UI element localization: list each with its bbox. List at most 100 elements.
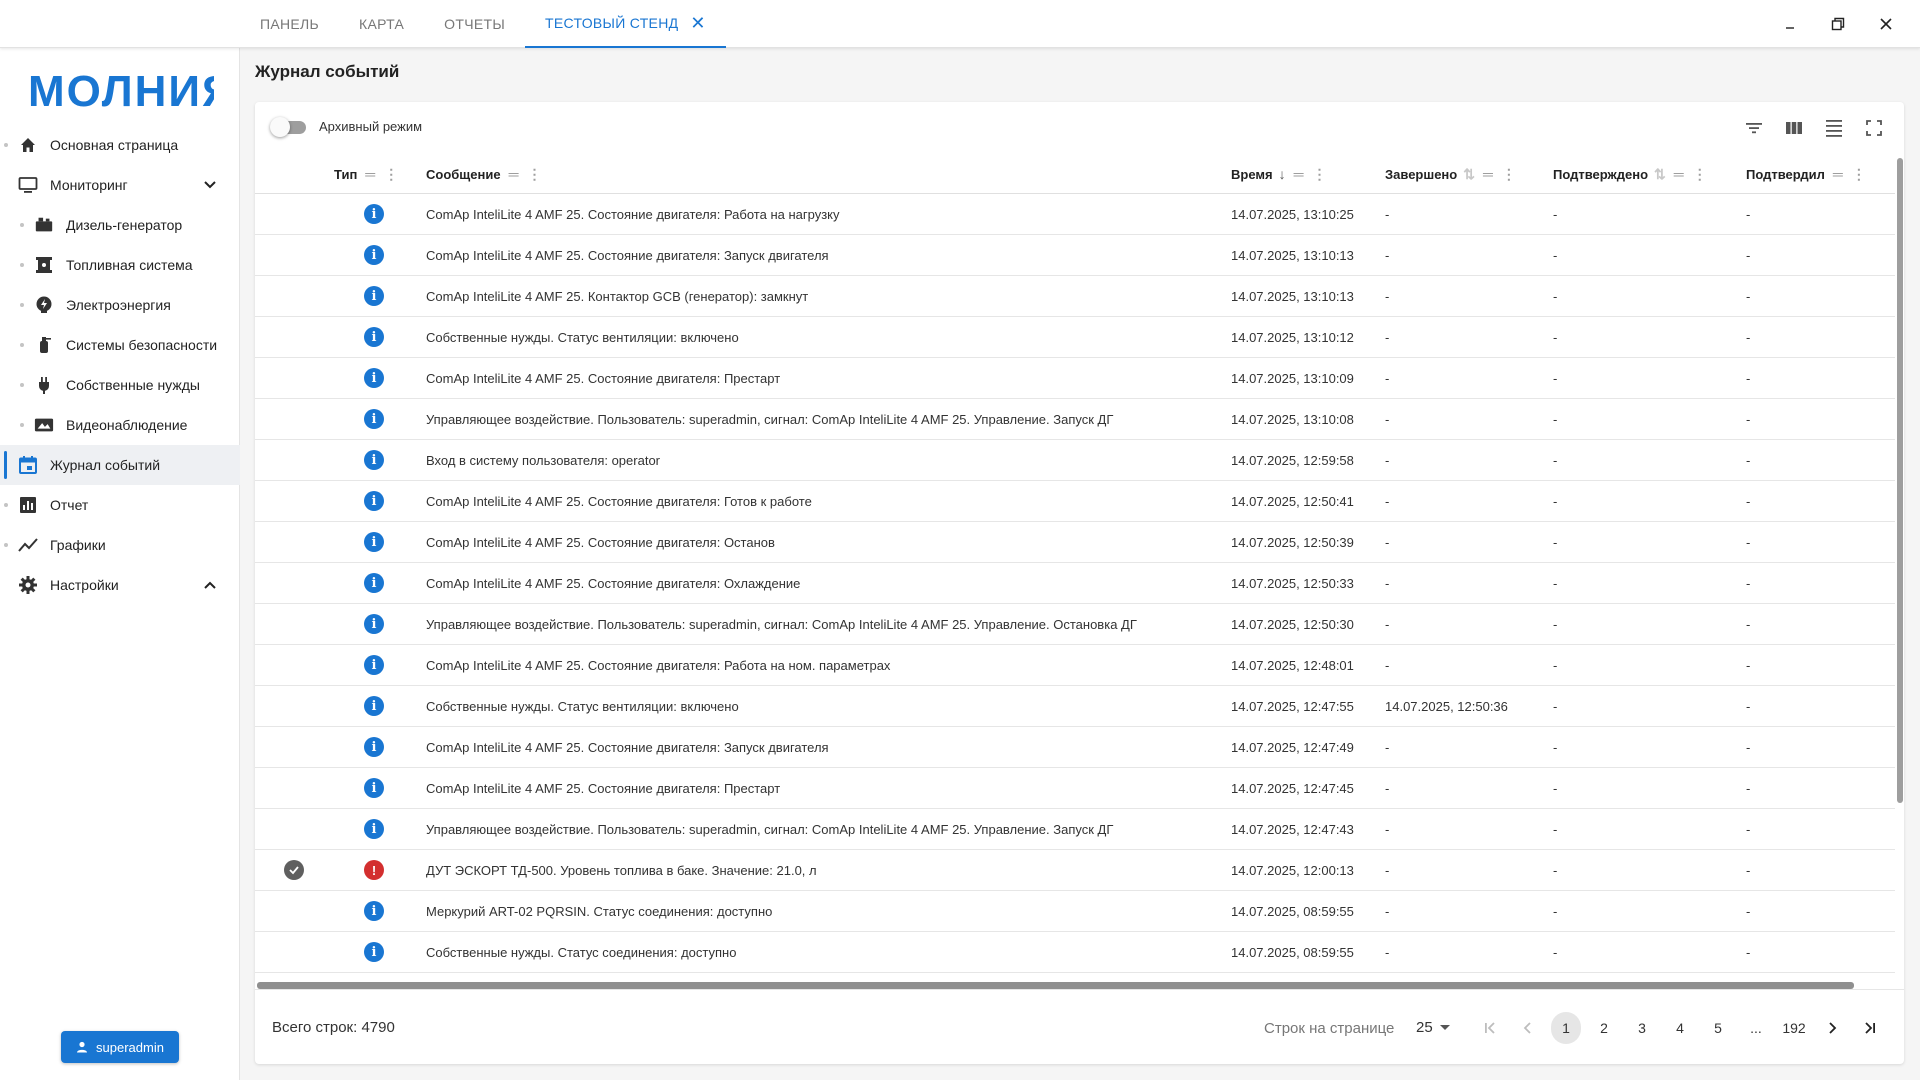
last-page-icon[interactable] [1851, 1012, 1889, 1044]
confirmed-by-cell: - [1746, 247, 1751, 263]
scrollbar-thumb[interactable] [1897, 158, 1903, 803]
sort-desc-icon[interactable]: ↓ [1279, 166, 1286, 182]
drag-handle-icon[interactable]: ═ [509, 166, 519, 182]
column-header-confirmed-by[interactable]: Подтвердил ═ ⋮ [1746, 154, 1866, 194]
page-button[interactable]: 2 [1585, 1012, 1623, 1044]
drag-handle-icon[interactable]: ═ [1294, 166, 1304, 182]
confirmed-by-cell: - [1746, 288, 1751, 304]
columns-icon[interactable] [1774, 114, 1814, 142]
table-row[interactable]: i ComAp InteliLite 4 AMF 25. Состояние дв… [255, 358, 1895, 399]
type-cell: i [359, 563, 389, 603]
table-row[interactable]: i ComAp InteliLite 4 AMF 25. Состояние дв… [255, 645, 1895, 686]
close-icon[interactable]: ✕ [690, 13, 705, 34]
page-button[interactable]: 4 [1661, 1012, 1699, 1044]
table-row[interactable]: i Управляющее воздействие. Пользователь: … [255, 809, 1895, 850]
sidebar-item-report[interactable]: Отчет [0, 485, 240, 525]
tab-panel[interactable]: ПАНЕЛЬ [240, 0, 339, 48]
sidebar-item-event-log[interactable]: Журнал событий [0, 445, 240, 485]
user-button[interactable]: superadmin [61, 1031, 179, 1063]
table-row[interactable]: i Вход в систему пользователя: operator 14… [255, 440, 1895, 481]
sidebar-item-label: Видеонаблюдение [66, 417, 188, 433]
filter-icon[interactable] [1734, 114, 1774, 142]
sidebar-item-video-surveillance[interactable]: Видеонаблюдение [0, 405, 240, 445]
column-menu-icon[interactable]: ⋮ [528, 166, 542, 183]
table-row[interactable]: i ComAp InteliLite 4 AMF 25. Состояние дв… [255, 768, 1895, 809]
drag-handle-icon[interactable]: ═ [365, 166, 375, 182]
column-menu-icon[interactable]: ⋮ [1852, 166, 1866, 183]
fullscreen-icon[interactable] [1854, 114, 1894, 142]
table-row[interactable]: i ComAp InteliLite 4 AMF 25. Состояние дв… [255, 235, 1895, 276]
horizontal-scrollbar[interactable] [255, 981, 1895, 989]
sort-icon[interactable]: ⇅ [1654, 166, 1666, 183]
type-cell: i [359, 481, 389, 521]
logo[interactable]: МОЛНИЯ [28, 66, 214, 116]
pagination: 1 2 3 4 5 ... 192 [1471, 1010, 1889, 1046]
rows-per-page-select[interactable]: 25 [1416, 1019, 1433, 1036]
archive-mode-toggle[interactable] [270, 117, 306, 137]
sidebar-item-diesel-generator[interactable]: Дизель-генератор [0, 205, 240, 245]
column-header-message[interactable]: Сообщение ═ ⋮ [426, 154, 542, 194]
check-circle-icon[interactable] [284, 860, 304, 880]
confirmed-by-cell: - [1746, 452, 1751, 468]
table-row[interactable]: ! ДУТ ЭСКОРТ ТД-500. Уровень топлива в ба… [255, 850, 1895, 891]
message-cell: Собственные нужды. Статус вентиляции: вк… [426, 698, 739, 714]
close-icon[interactable] [1862, 0, 1910, 48]
next-page-icon[interactable] [1813, 1012, 1851, 1044]
column-header-confirmed[interactable]: Подтверждено ⇅ ═ ⋮ [1553, 154, 1707, 194]
table-row[interactable]: i ComAp InteliLite 4 AMF 25. Состояние дв… [255, 481, 1895, 522]
restore-icon[interactable] [1814, 0, 1862, 48]
column-header-done[interactable]: Завершено ⇅ ═ ⋮ [1385, 154, 1516, 194]
table-row[interactable]: i Управляющее воздействие. Пользователь: … [255, 604, 1895, 645]
drag-handle-icon[interactable]: ═ [1833, 166, 1843, 182]
caret-down-icon[interactable] [1440, 1025, 1450, 1030]
column-header-time[interactable]: Время ↓ ═ ⋮ [1231, 154, 1327, 194]
tab-reports[interactable]: ОТЧЕТЫ [424, 0, 525, 48]
sidebar-item-security-systems[interactable]: Системы безопасности [0, 325, 240, 365]
tab-map[interactable]: КАРТА [339, 0, 424, 48]
table-row[interactable]: i Собственные нужды. Статус соединения: д… [255, 932, 1895, 973]
density-icon[interactable] [1814, 114, 1854, 142]
minimize-icon[interactable] [1766, 0, 1814, 48]
scrollbar-thumb[interactable] [257, 982, 1854, 989]
column-menu-icon[interactable]: ⋮ [1502, 166, 1516, 183]
sidebar-item-charts[interactable]: Графики [0, 525, 240, 565]
confirmed-cell: - [1553, 247, 1558, 263]
table-row[interactable]: i Собственные нужды. Статус вентиляции: в… [255, 317, 1895, 358]
table-row[interactable]: i ComAp InteliLite 4 AMF 25. Состояние дв… [255, 727, 1895, 768]
prev-page-icon[interactable] [1509, 1012, 1547, 1044]
vertical-scrollbar[interactable] [1896, 154, 1904, 989]
page-button[interactable]: 1 [1551, 1012, 1581, 1044]
chevron-up-icon[interactable] [200, 575, 220, 595]
column-menu-icon[interactable]: ⋮ [384, 166, 398, 183]
table-row[interactable]: i Управляющее воздействие. Пользователь: … [255, 399, 1895, 440]
table-row[interactable]: i ComAp InteliLite 4 AMF 25. Состояние дв… [255, 522, 1895, 563]
sidebar-item-home[interactable]: Основная страница [0, 125, 240, 165]
column-menu-icon[interactable]: ⋮ [1693, 166, 1707, 183]
drag-handle-icon[interactable]: ═ [1674, 166, 1684, 182]
table-row[interactable]: i ComAp InteliLite 4 AMF 25. Состояние дв… [255, 194, 1895, 235]
sidebar-item-own-needs[interactable]: Собственные нужды [0, 365, 240, 405]
column-menu-icon[interactable]: ⋮ [1313, 166, 1327, 183]
chevron-down-icon[interactable] [200, 175, 220, 195]
column-header-type[interactable]: Тип ═ ⋮ [334, 154, 398, 194]
drag-handle-icon[interactable]: ═ [1483, 166, 1493, 182]
ack-cell [279, 850, 309, 890]
done-cell: - [1385, 616, 1390, 632]
sort-icon[interactable]: ⇅ [1463, 166, 1475, 183]
tab-test-bench[interactable]: ТЕСТОВЫЙ СТЕНД ✕ [525, 0, 726, 48]
sidebar-item-monitoring[interactable]: Мониторинг [0, 165, 240, 205]
sidebar-item-fuel-system[interactable]: Топливная система [0, 245, 240, 285]
page-button[interactable]: 3 [1623, 1012, 1661, 1044]
user-name: superadmin [96, 1039, 164, 1055]
table-row[interactable]: i ComAp InteliLite 4 AMF 25. Состояние дв… [255, 563, 1895, 604]
table-row[interactable]: i Меркурий ART-02 PQRSIN. Статус соединен… [255, 891, 1895, 932]
page-button[interactable]: 192 [1775, 1012, 1813, 1044]
first-page-icon[interactable] [1471, 1012, 1509, 1044]
table-row[interactable]: i ComAp InteliLite 4 AMF 25. Контактор GC… [255, 276, 1895, 317]
page-button[interactable]: 5 [1699, 1012, 1737, 1044]
table-row[interactable]: i Собственные нужды. Статус вентиляции: в… [255, 686, 1895, 727]
done-cell: - [1385, 534, 1390, 550]
sidebar-item-electricity[interactable]: Электроэнергия [0, 285, 240, 325]
sidebar-item-settings[interactable]: Настройки [0, 565, 240, 605]
info-icon: i [364, 901, 384, 921]
